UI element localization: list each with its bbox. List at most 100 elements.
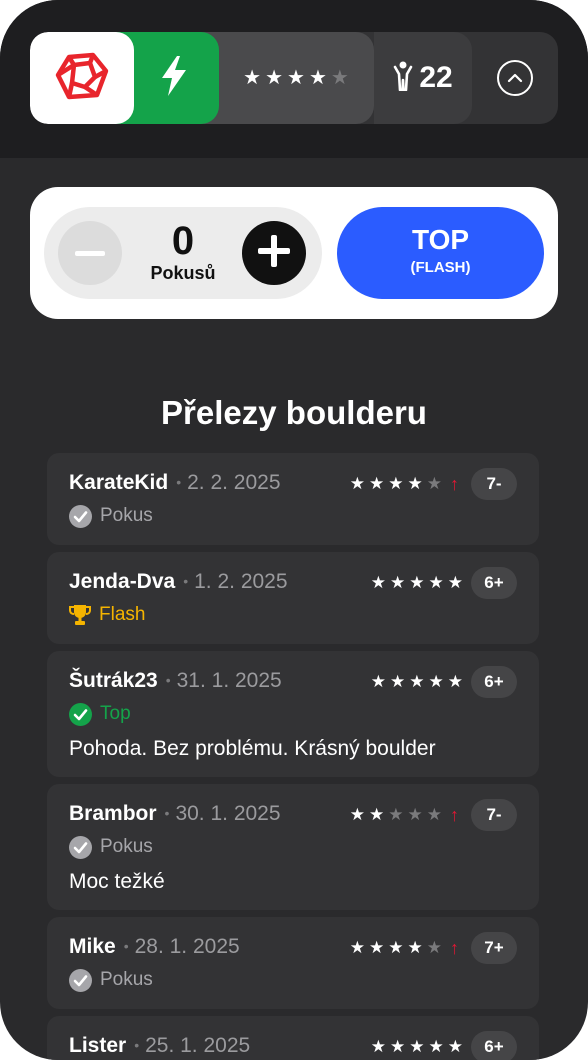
ascent-entry[interactable]: KarateKid • 2. 2. 2025 ★ ★ ★ ★ ★ ↑ 7- Pokus [47, 453, 539, 545]
top-button-label: TOP [411, 224, 470, 255]
grade-badge: 7+ [471, 932, 517, 964]
ascent-header: Mike • 28. 1. 2025 ★ ★ ★ ★ ★ ↑ 7+ [69, 932, 517, 964]
trophy-icon [69, 604, 91, 626]
ascent-rating: ★ ★ ★ ★ ★ 6+ [367, 666, 517, 698]
ascent-date: 31. 1. 2025 [176, 669, 282, 692]
star-icon: ★ [407, 805, 423, 824]
star-icon: ★ [349, 938, 365, 957]
ascent-status: Pokus [69, 967, 517, 993]
star-icon: ★ [447, 672, 463, 691]
star-icon: ★ [370, 573, 386, 592]
ascent-date: 25. 1. 2025 [145, 1034, 251, 1057]
rating-stars: ★ ★ ★ ★ ★ [243, 68, 349, 88]
separator-dot: • [176, 474, 182, 490]
check-circle-icon [69, 702, 92, 726]
star-icon: ★ [349, 474, 365, 493]
attempt-count: 0 [171, 219, 195, 263]
separator-dot: • [165, 672, 171, 688]
ascent-list: KarateKid • 2. 2. 2025 ★ ★ ★ ★ ★ ↑ 7- Pokus Jenda-D… [47, 453, 539, 1060]
ascent-date: 1. 2. 2025 [194, 570, 288, 593]
separator-dot: • [164, 805, 170, 821]
star-icon: ★ [390, 672, 406, 691]
star-icon: ★ [243, 67, 262, 89]
star-icon: ★ [447, 573, 463, 592]
star-icon: ★ [370, 1037, 386, 1056]
star-icon: ★ [330, 67, 349, 89]
minus-icon[interactable] [75, 244, 105, 262]
ascent-header: Jenda-Dva • 1. 2. 2025 ★ ★ ★ ★ ★ 6+ [69, 567, 517, 599]
ascent-rating: ★ ★ ★ ★ ★ 6+ [367, 1031, 517, 1060]
star-icon: ★ [407, 938, 423, 957]
climber-icon [393, 61, 413, 96]
ascent-rating: ★ ★ ★ ★ ★ ↑ 7+ [346, 932, 517, 964]
check-circle-icon [69, 968, 92, 992]
ascent-entry[interactable]: Mike • 28. 1. 2025 ★ ★ ★ ★ ★ ↑ 7+ Pokus [47, 917, 539, 1009]
collapse-toggle[interactable] [472, 32, 558, 124]
ascent-date: 2. 2. 2025 [187, 471, 281, 494]
ascent-rating: ★ ★ ★ ★ ★ 6+ [367, 567, 517, 599]
star-icon: ★ [409, 573, 425, 592]
star-icon: ★ [388, 938, 404, 957]
ascent-entry[interactable]: Lister • 25. 1. 2025 ★ ★ ★ ★ ★ 6+ [47, 1016, 539, 1060]
decrement-button[interactable] [58, 221, 122, 285]
attempt-card: 0 Pokusů TOP (FLASH) [30, 187, 558, 319]
ascent-user: KarateKid [69, 471, 169, 494]
arrow-up-icon: ↑ [450, 804, 459, 825]
top-button[interactable]: TOP (FLASH) [337, 207, 544, 299]
star-icon: ★ [390, 1037, 406, 1056]
star-icon: ★ [369, 805, 385, 824]
ascent-header: KarateKid • 2. 2. 2025 ★ ★ ★ ★ ★ ↑ 7- [69, 468, 517, 500]
ascent-header: Šutrák23 • 31. 1. 2025 ★ ★ ★ ★ ★ 6+ [69, 666, 517, 698]
increment-button[interactable] [242, 221, 306, 285]
climbers-count-value: 22 [419, 61, 453, 94]
ascent-status: Pokus [69, 503, 517, 529]
separator-dot: • [183, 573, 189, 589]
star-icon: ★ [370, 672, 386, 691]
star-icon: ★ [308, 67, 327, 89]
star-icon: ★ [407, 474, 423, 493]
ascent-header: Brambor • 30. 1. 2025 ★ ★ ★ ★ ★ ↑ 7- [69, 799, 517, 831]
ascent-user: Jenda-Dva [69, 570, 176, 593]
boulder-summary-bar: ★ ★ ★ ★ ★ 22 [30, 32, 558, 124]
star-icon: ★ [388, 474, 404, 493]
boulder-header: ★ ★ ★ ★ ★ 22 [0, 0, 588, 158]
star-icon: ★ [428, 1037, 444, 1056]
top-button-sublabel: (FLASH) [410, 259, 471, 276]
attempt-counter: 0 Pokusů [44, 207, 322, 299]
star-icon: ★ [409, 1037, 425, 1056]
ascent-entry[interactable]: Brambor • 30. 1. 2025 ★ ★ ★ ★ ★ ↑ 7- Pokus Moc težk… [47, 784, 539, 910]
grade-badge: 6+ [471, 567, 517, 599]
arrow-up-icon: ↑ [450, 937, 459, 958]
star-icon: ★ [426, 938, 442, 957]
ascent-user: Brambor [69, 802, 157, 825]
ascent-comment: Pohoda. Bez problému. Krásný boulder [69, 737, 436, 760]
ascent-date: 28. 1. 2025 [134, 935, 240, 958]
star-icon: ★ [426, 805, 442, 824]
gym-logo [30, 32, 134, 124]
ascent-date: 30. 1. 2025 [175, 802, 281, 825]
star-icon: ★ [369, 474, 385, 493]
grade-badge: 6+ [471, 666, 517, 698]
ascent-entry[interactable]: Jenda-Dva • 1. 2. 2025 ★ ★ ★ ★ ★ 6+ Flash [47, 552, 539, 644]
star-icon: ★ [369, 938, 385, 957]
ascent-rating: ★ ★ ★ ★ ★ ↑ 7- [346, 468, 517, 500]
ascent-status-label: Pokus [100, 505, 153, 526]
ascent-header: Lister • 25. 1. 2025 ★ ★ ★ ★ ★ 6+ [69, 1031, 517, 1060]
section-title: Přelezy boulderu [161, 394, 427, 431]
chevron-up-icon[interactable] [497, 60, 533, 96]
ascent-status-label: Pokus [100, 969, 153, 990]
star-icon: ★ [426, 474, 442, 493]
ascent-entry[interactable]: Šutrák23 • 31. 1. 2025 ★ ★ ★ ★ ★ 6+ Top Pohoda. Be… [47, 651, 539, 777]
plus-icon[interactable] [258, 234, 290, 272]
ascent-status: Top [69, 701, 517, 727]
grade-badge: 7- [471, 468, 517, 500]
ascent-user: Mike [69, 935, 116, 958]
check-circle-icon [69, 504, 92, 528]
grade-badge: 7- [471, 799, 517, 831]
ascent-status-label: Flash [99, 604, 146, 625]
grade-badge: 6+ [471, 1031, 517, 1060]
ascent-user: Lister [69, 1034, 127, 1057]
boulder-rating: ★ ★ ★ ★ ★ [200, 32, 374, 124]
gem-logo-icon [55, 51, 109, 106]
star-icon: ★ [390, 573, 406, 592]
